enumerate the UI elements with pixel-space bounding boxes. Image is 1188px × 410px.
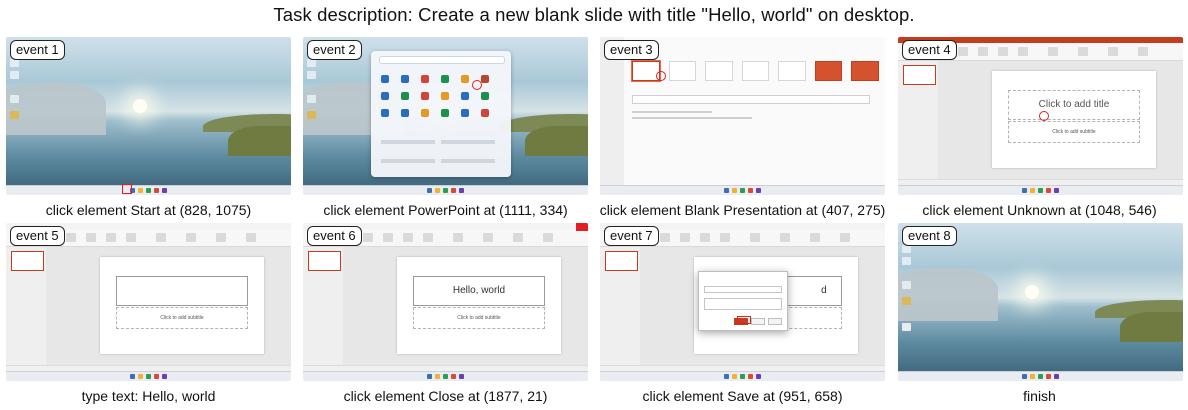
event-4-panel: Click to add title Click to add subtitle… xyxy=(898,37,1183,195)
powerpoint-icon[interactable] xyxy=(481,75,489,83)
template-tiles xyxy=(632,61,880,81)
event-3-panel: event 3 xyxy=(600,37,885,195)
desktop-screenshot: event 1 xyxy=(6,37,291,195)
click-marker xyxy=(656,71,666,81)
folder-icon[interactable] xyxy=(902,297,911,305)
title-textbox[interactable]: Hello, world xyxy=(413,276,545,306)
event-6-panel: Hello, world Click to add subtitle event… xyxy=(303,223,588,381)
event-caption: click element Start at (828, 1075) xyxy=(45,202,252,218)
blank-slide-screenshot: Click to add title Click to add subtitle… xyxy=(898,37,1183,195)
desktop-icon[interactable] xyxy=(902,245,911,253)
click-marker xyxy=(737,316,751,324)
desktop-icon[interactable] xyxy=(10,95,19,103)
event-1-panel: event 1 xyxy=(6,37,291,195)
powerpoint-home-screenshot: event 3 xyxy=(600,37,885,195)
subtitle-placeholder[interactable]: Click to add subtitle xyxy=(116,307,248,329)
click-marker xyxy=(472,80,482,90)
start-menu xyxy=(371,51,511,177)
desktop-icon[interactable] xyxy=(10,71,19,79)
event-badge: event 7 xyxy=(604,226,659,246)
template-tile[interactable] xyxy=(668,61,697,81)
start-menu-screenshot: event 2 xyxy=(303,37,588,195)
desktop-screenshot: event 8 xyxy=(898,223,1183,381)
event-badge: event 2 xyxy=(307,40,362,60)
event-8-panel: event 8 xyxy=(898,223,1183,381)
event-caption: type text: Hello, world xyxy=(81,388,216,404)
subtitle-placeholder[interactable]: Click to add subtitle xyxy=(413,307,545,329)
close-button[interactable] xyxy=(576,223,588,231)
event-caption: click element Unknown at (1048, 546) xyxy=(922,202,1157,218)
template-tile[interactable] xyxy=(741,61,770,81)
template-tile[interactable] xyxy=(851,61,880,81)
pinned-apps xyxy=(381,75,501,117)
backstage-search-input[interactable] xyxy=(632,95,870,104)
filename-input[interactable] xyxy=(704,286,782,293)
presentation-file-icon[interactable] xyxy=(902,323,911,331)
event-caption: click element Close at (1877, 21) xyxy=(343,388,548,404)
desktop-icon[interactable] xyxy=(902,281,911,289)
title-placeholder[interactable]: Click to add title xyxy=(1008,90,1140,120)
event-5-panel: Click to add subtitle event 5 xyxy=(6,223,291,381)
event-badge: event 4 xyxy=(902,40,957,60)
event-badge: event 5 xyxy=(10,226,65,246)
event-caption: click element Blank Presentation at (407… xyxy=(599,202,886,218)
desktop-icon[interactable] xyxy=(10,59,19,67)
slide-thumbnails xyxy=(898,61,939,180)
cancel-button[interactable] xyxy=(768,318,782,325)
start-search-input[interactable] xyxy=(379,56,505,64)
event-caption: click element PowerPoint at (1111, 334) xyxy=(323,202,568,218)
event-badge: event 1 xyxy=(10,40,65,60)
task-description: Task description: Create a new blank sli… xyxy=(273,4,915,25)
location-picker[interactable] xyxy=(704,298,782,310)
click-marker xyxy=(122,184,132,194)
event-caption: finish xyxy=(1023,388,1056,404)
event-caption: click element Save at (951, 658) xyxy=(642,388,843,404)
template-tile[interactable] xyxy=(778,61,806,81)
event-7-panel: d event 7 xyxy=(600,223,885,381)
taskbar xyxy=(6,185,291,195)
slide-thumbnail[interactable] xyxy=(903,65,936,85)
recommended-list xyxy=(381,135,501,165)
click-marker xyxy=(1039,111,1049,121)
event-badge: event 3 xyxy=(604,40,659,60)
event-badge: event 8 xyxy=(902,226,957,246)
event-2-panel: event 2 xyxy=(303,37,588,195)
title-typed-screenshot: Hello, world Click to add subtitle event… xyxy=(303,223,588,381)
slide-stage: Click to add title Click to add subtitle xyxy=(938,61,1183,180)
template-tile[interactable] xyxy=(814,61,843,81)
subtitle-placeholder[interactable]: Click to add subtitle xyxy=(1008,121,1140,143)
template-tile[interactable] xyxy=(705,61,733,81)
folder-icon[interactable] xyxy=(10,111,19,119)
dont-save-button[interactable] xyxy=(751,318,765,325)
slide-canvas: Click to add title Click to add subtitle xyxy=(991,71,1157,168)
event-badge: event 6 xyxy=(307,226,362,246)
save-dialog-screenshot: d event 7 xyxy=(600,223,885,381)
title-editing-screenshot: Click to add subtitle event 5 xyxy=(6,223,291,381)
title-textbox[interactable] xyxy=(116,276,248,306)
desktop-icon[interactable] xyxy=(902,257,911,265)
